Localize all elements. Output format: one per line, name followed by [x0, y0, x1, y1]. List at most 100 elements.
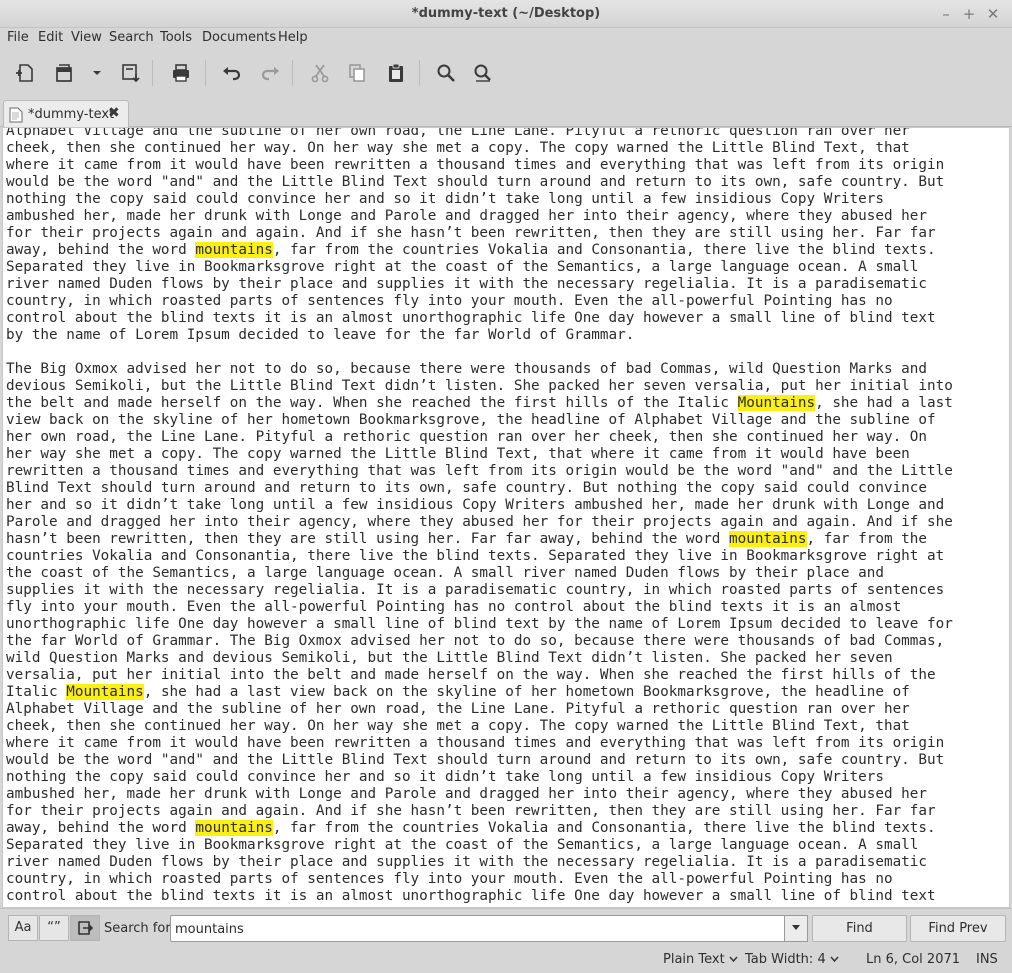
toolbar-separator: [205, 60, 206, 86]
editor-line: Italic Mountains, she had a last view ba…: [6, 684, 910, 700]
editor-line: Separated they live in Bookmarksgrove ri…: [6, 259, 919, 275]
menu-bar: File Edit View Search Tools Documents He…: [0, 28, 1012, 50]
tab-close-icon[interactable]: ✖: [108, 105, 120, 121]
save-document-icon[interactable]: [115, 57, 147, 89]
editor-line: control about the blind texts it is an a…: [6, 310, 936, 326]
print-icon[interactable]: [165, 57, 197, 89]
menu-edit[interactable]: Edit: [37, 30, 64, 45]
maximize-button[interactable]: +: [959, 4, 979, 24]
editor-line: the coast of the Semantics, a large lang…: [6, 565, 884, 581]
search-for-label: Search for:: [104, 921, 175, 936]
editor-line: rewritten a thousand times and everythin…: [6, 463, 953, 479]
text-document-icon: [9, 107, 23, 127]
editor-line: Parole and dragged her into their agency…: [6, 514, 953, 530]
undo-icon[interactable]: [216, 57, 248, 89]
find-bar: Aa “” Search for: Find Find Prev: [0, 908, 1012, 946]
editor-line: cheek, then she continued her way. On he…: [6, 718, 910, 734]
editor-line: ambushed her, made her drunk with Longe …: [6, 786, 927, 802]
search-input[interactable]: [175, 920, 775, 938]
find-button[interactable]: Find: [812, 915, 907, 942]
menu-view[interactable]: View: [70, 30, 103, 45]
text-editor[interactable]: Alphabet Village and the subline of her …: [2, 127, 1010, 908]
editor-line: would be the word "and" and the Little B…: [6, 174, 945, 190]
editor-line: for their projects again and again. And …: [6, 803, 936, 819]
paste-icon[interactable]: [380, 57, 412, 89]
search-match-highlight: Mountains: [737, 395, 816, 411]
match-case-toggle[interactable]: Aa: [8, 915, 38, 941]
editor-line: where it came from it would have been re…: [6, 157, 945, 173]
editor-line: the belt and made herself on the way. Wh…: [6, 395, 953, 411]
editor-line: the far World of Grammar. The Big Oxmox …: [6, 633, 945, 649]
menu-documents[interactable]: Documents: [201, 30, 277, 45]
status-bar: Plain Text Tab Width: 4 Ln 6, Col 2071 I…: [0, 946, 1012, 973]
editor-line: where it came from it would have been re…: [6, 735, 945, 751]
editor-line: country, in which roasted parts of sente…: [6, 293, 893, 309]
editor-lines: Alphabet Village and the subline of her …: [6, 127, 1006, 905]
search-match-highlight: mountains: [195, 242, 273, 258]
find-icon[interactable]: [430, 57, 462, 89]
editor-line: countries Vokalia and Consonantia, there…: [6, 548, 945, 564]
menu-search[interactable]: Search: [108, 30, 155, 45]
editor-line: The Big Oxmox advised her not to do so, …: [6, 361, 927, 377]
editor-line: ambushed her, made her drunk with Longe …: [6, 208, 927, 224]
toolbar-separator: [292, 60, 293, 86]
menu-file[interactable]: File: [6, 30, 30, 45]
editor-line: her and so it didn’t take long until a f…: [6, 497, 945, 513]
editor-line: supplies it with the necessary regeliali…: [6, 582, 945, 598]
editor-line: country, in which roasted parts of sente…: [6, 871, 893, 887]
match-entire-word-toggle[interactable]: “”: [39, 915, 69, 941]
document-tab-bar: *dummy-text ✖: [0, 97, 1012, 128]
editor-line: versalia, put her initial into the belt …: [6, 667, 936, 683]
redo-icon[interactable]: [254, 57, 286, 89]
menu-help[interactable]: Help: [277, 30, 309, 45]
editor-line: nothing the copy said could convince her…: [6, 191, 884, 207]
editor-line: control about the blind texts it is an a…: [6, 888, 936, 904]
tab-width-label: Tab Width:: [745, 952, 814, 967]
language-selector[interactable]: Plain Text: [663, 952, 738, 967]
open-menu-chevron-icon[interactable]: [82, 57, 112, 89]
editor-line: for their projects again and again. And …: [6, 225, 936, 241]
tab-dummy-text[interactable]: *dummy-text ✖: [3, 100, 129, 128]
find-prev-button[interactable]: Find Prev: [910, 915, 1006, 942]
editor-line: hasn’t been rewritten, then they are sti…: [6, 531, 928, 547]
search-history-dropdown[interactable]: [785, 915, 808, 942]
minimize-button[interactable]: –: [936, 4, 956, 24]
search-match-highlight: mountains: [729, 531, 807, 547]
editor-line: wild Question Marks and devious Semikoli…: [6, 650, 893, 666]
copy-icon[interactable]: [341, 57, 373, 89]
editor-line: Alphabet Village and the subline of her …: [6, 127, 910, 139]
menu-tools[interactable]: Tools: [159, 30, 193, 45]
editor-line: away, behind the word mountains, far fro…: [6, 820, 936, 836]
toolbar-separator: [419, 60, 420, 86]
editor-line: nothing the copy said could convince her…: [6, 769, 884, 785]
editor-line: view back on the skyline of her hometown…: [6, 412, 936, 428]
wrap-around-toggle[interactable]: [70, 915, 100, 941]
language-label: Plain Text: [663, 952, 725, 967]
wrap-around-icon: [77, 921, 94, 940]
editor-line: away, behind the word mountains, far fro…: [6, 242, 936, 258]
open-document-icon[interactable]: [48, 57, 80, 89]
editor-line: river named Duden flows by their place a…: [6, 276, 927, 292]
editor-line: would be the word "and" and the Little B…: [6, 752, 945, 768]
toolbar: [0, 50, 1012, 96]
search-match-highlight: mountains: [195, 820, 273, 836]
cursor-position: Ln 6, Col 2071: [866, 952, 961, 967]
editor-line: Alphabet Village and the subline of her …: [6, 701, 910, 717]
find-replace-icon[interactable]: [467, 57, 499, 89]
new-document-icon[interactable]: [9, 57, 41, 89]
editor-line: fly into your mouth. Even the all-powerf…: [6, 599, 902, 615]
tab-label: *dummy-text: [28, 107, 115, 122]
tab-width-selector[interactable]: Tab Width: 4: [745, 952, 839, 967]
editor-line: her own road, the Line Lane. Pityful a r…: [6, 429, 927, 445]
editor-line: river named Duden flows by their place a…: [6, 854, 927, 870]
tab-width-value: 4: [817, 952, 826, 967]
search-match-highlight: Mountains: [66, 684, 144, 700]
editor-line: by the name of Lorem Ipsum decided to le…: [6, 327, 635, 343]
toolbar-separator: [152, 60, 153, 86]
editor-line: her way she met a copy. The copy warned …: [6, 446, 910, 462]
close-window-button[interactable]: ✕: [983, 4, 1003, 24]
editor-line: Separated they live in Bookmarksgrove ri…: [6, 837, 919, 853]
cut-icon[interactable]: [304, 57, 336, 89]
editor-line: cheek, then she continued her way. On he…: [6, 140, 910, 156]
